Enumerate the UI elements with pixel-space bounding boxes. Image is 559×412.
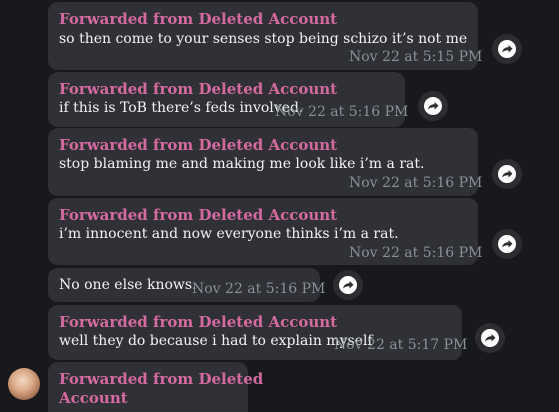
forwarded-from-label[interactable]: Forwarded from Deleted Account: [59, 80, 337, 99]
message-bubble[interactable]: Forwarded from Deleted Account: [48, 362, 263, 412]
message-bubble[interactable]: Forwarded from Deleted Account stop blam…: [48, 128, 482, 196]
message-timestamp: Nov 22 at 5:16 PM: [349, 175, 483, 191]
message-bubble[interactable]: No one else knows. Nov 22 at 5:16 PM: [48, 268, 325, 302]
message-timestamp: Nov 22 at 5:16 PM: [275, 104, 409, 120]
share-arrow-icon: [498, 165, 516, 183]
share-button[interactable]: [418, 91, 448, 121]
message-text: stop blaming me and making me look like …: [59, 156, 425, 172]
message-text: if this is ToB there’s feds involved.: [59, 100, 304, 116]
forwarded-from-label[interactable]: Forwarded from Deleted Account: [59, 136, 337, 155]
message-bubble[interactable]: Forwarded from Deleted Account i’m innoc…: [48, 198, 482, 265]
message-bubble[interactable]: Forwarded from Deleted Account so then c…: [48, 2, 482, 70]
forwarded-from-label[interactable]: Forwarded from Deleted Account: [59, 206, 337, 225]
share-button[interactable]: [492, 159, 522, 189]
share-button[interactable]: [492, 34, 522, 64]
share-button[interactable]: [475, 323, 505, 353]
message-timestamp: Nov 22 at 5:17 PM: [334, 337, 468, 353]
message-text: i’m innocent and now everyone thinks i’m…: [59, 226, 399, 242]
forwarded-from-label[interactable]: Forwarded from Deleted Account: [59, 10, 337, 29]
message-timestamp: Nov 22 at 5:15 PM: [349, 49, 483, 65]
message-text: well they do because i had to explain my…: [59, 333, 373, 349]
share-arrow-icon: [498, 40, 516, 58]
share-arrow-icon: [339, 276, 357, 294]
share-button[interactable]: [333, 270, 363, 300]
avatar[interactable]: [8, 368, 40, 400]
share-arrow-icon: [424, 97, 442, 115]
message-bubble[interactable]: Forwarded from Deleted Account well they…: [48, 305, 467, 360]
message-timestamp: Nov 22 at 5:16 PM: [192, 281, 326, 297]
forwarded-from-label[interactable]: Forwarded from Deleted Account: [59, 313, 337, 332]
message-bubble[interactable]: Forwarded from Deleted Account if this i…: [48, 72, 409, 127]
chat-message-list[interactable]: Forwarded from Deleted Account so then c…: [0, 0, 559, 412]
forwarded-from-label[interactable]: Forwarded from Deleted: [59, 370, 263, 389]
forwarded-from-label-continued[interactable]: Account: [59, 389, 128, 408]
share-arrow-icon: [498, 235, 516, 253]
message-text: so then come to your senses stop being s…: [59, 31, 468, 47]
share-button[interactable]: [492, 229, 522, 259]
message-timestamp: Nov 22 at 5:16 PM: [349, 245, 483, 261]
share-arrow-icon: [481, 329, 499, 347]
message-text: No one else knows.: [59, 277, 197, 293]
